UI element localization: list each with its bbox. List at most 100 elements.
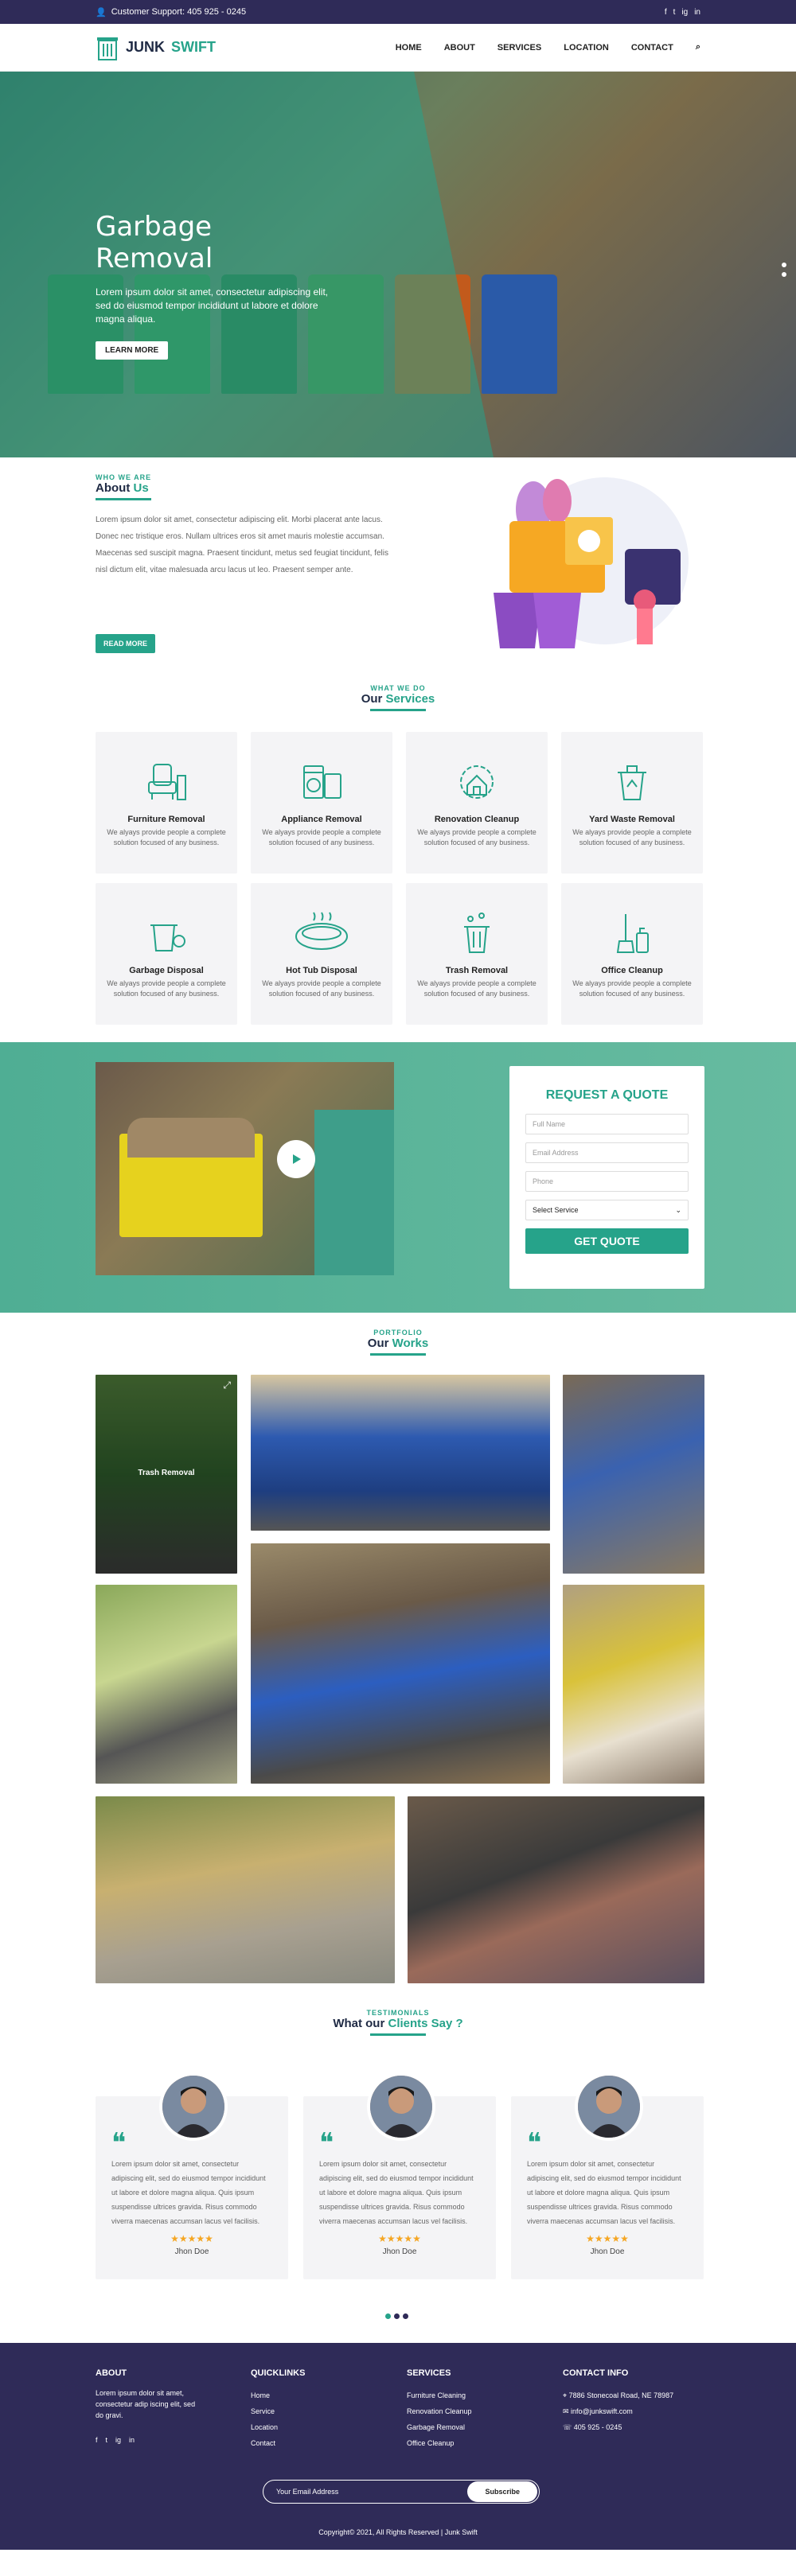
testimonials-eyebrow: TESTIMONIALS bbox=[366, 2009, 430, 2017]
service-desc: We alyays provide people a complete solu… bbox=[417, 828, 537, 847]
play-button[interactable] bbox=[277, 1140, 315, 1178]
trash-bin-icon bbox=[97, 37, 118, 60]
location-icon: ⌖ bbox=[563, 2391, 569, 2399]
testimonial-text: Lorem ipsum dolor sit amet, consectetur … bbox=[527, 2160, 681, 2225]
work-image[interactable] bbox=[563, 1585, 704, 1784]
footer-link-contact[interactable]: Contact bbox=[251, 2435, 305, 2451]
footer-contact-heading: CONTACT INFO bbox=[563, 2368, 629, 2378]
full-name-input[interactable]: Full Name bbox=[525, 1114, 689, 1134]
service-card[interactable]: Trash Removal We alyays provide people a … bbox=[406, 883, 548, 1025]
testimonial-card: ❝ Lorem ipsum dolor sit amet, consectetu… bbox=[96, 2072, 288, 2279]
learn-more-button[interactable]: LEARN MORE bbox=[96, 341, 169, 360]
footer-link-location[interactable]: Location bbox=[251, 2419, 305, 2435]
work-image[interactable] bbox=[96, 1585, 237, 1784]
footer-service-link[interactable]: Garbage Removal bbox=[407, 2419, 472, 2435]
get-quote-button[interactable]: GET QUOTE bbox=[525, 1228, 689, 1254]
work-image[interactable] bbox=[251, 1543, 550, 1784]
footer-about-text: Lorem ipsum dolor sit amet, consectetur … bbox=[96, 2389, 196, 2419]
nav-contact[interactable]: CONTACT bbox=[631, 43, 673, 53]
rating-stars: ★★★★★ bbox=[170, 2233, 213, 2244]
footer-service-link[interactable]: Furniture Cleaning bbox=[407, 2387, 472, 2403]
service-card[interactable]: Office Cleanup We alyays provide people a… bbox=[561, 883, 703, 1025]
about-eyebrow: WHO WE ARE bbox=[96, 473, 152, 481]
twitter-icon[interactable]: t bbox=[673, 8, 676, 17]
service-title: Hot Tub Disposal bbox=[286, 966, 357, 975]
service-desc: We alyays provide people a complete solu… bbox=[262, 979, 381, 998]
logo[interactable]: JUNK SWIFT bbox=[96, 34, 216, 61]
service-card[interactable]: Yard Waste Removal We alyays provide peop… bbox=[561, 732, 703, 874]
hero-text: Lorem ipsum dolor sit amet, consectetur … bbox=[96, 286, 329, 325]
linkedin-icon[interactable]: in bbox=[129, 2432, 135, 2448]
footer-quicklinks-heading: QUICKLINKS bbox=[251, 2368, 306, 2378]
house-gear-icon bbox=[460, 765, 494, 799]
newsletter-form: Your Email Address Subscribe bbox=[263, 2480, 540, 2504]
rating-stars: ★★★★★ bbox=[378, 2233, 421, 2244]
phone[interactable]: 405 925 - 0245 bbox=[574, 2423, 622, 2431]
carousel-dots[interactable] bbox=[385, 2313, 408, 2319]
testimonials-section: TESTIMONIALS What our Clients Say ? ❝ Lo… bbox=[0, 2009, 796, 2343]
phone-input[interactable]: Phone bbox=[525, 1171, 689, 1192]
subscribe-button[interactable]: Subscribe bbox=[467, 2481, 537, 2502]
about-section: WHO WE ARE About Us Lorem ipsum dolor si… bbox=[0, 457, 796, 668]
footer-link-service[interactable]: Service bbox=[251, 2403, 305, 2419]
hot-tub-icon bbox=[295, 912, 348, 950]
expand-icon[interactable]: ⤢ bbox=[223, 1379, 231, 1391]
garbage-bin-icon bbox=[150, 924, 185, 951]
email-input[interactable]: Email Address bbox=[525, 1142, 689, 1163]
recycle-bin-icon bbox=[618, 765, 646, 800]
work-caption: Trash Removal bbox=[138, 1469, 195, 1477]
nav-location[interactable]: LOCATION bbox=[564, 43, 609, 53]
cleaning-icon bbox=[616, 914, 649, 953]
nav-home[interactable]: HOME bbox=[396, 43, 422, 53]
facebook-icon[interactable]: f bbox=[665, 8, 667, 17]
service-card[interactable]: Appliance Removal We alyays provide peopl… bbox=[251, 732, 392, 874]
work-image[interactable] bbox=[96, 1796, 395, 1983]
service-title: Office Cleanup bbox=[601, 966, 663, 975]
footer-service-link[interactable]: Renovation Cleanup bbox=[407, 2403, 472, 2419]
nav-services[interactable]: SERVICES bbox=[498, 43, 541, 53]
service-desc: We alyays provide people a complete solu… bbox=[107, 979, 226, 998]
twitter-icon[interactable]: t bbox=[106, 2432, 108, 2448]
service-card[interactable]: Hot Tub Disposal We alyays provide people… bbox=[251, 883, 392, 1025]
about-title-a: About bbox=[96, 481, 131, 495]
newsletter-email-input[interactable]: Your Email Address bbox=[276, 2488, 338, 2496]
testimonial-name: Jhon Doe bbox=[174, 2247, 209, 2256]
brand-b: SWIFT bbox=[171, 39, 217, 55]
search-icon[interactable]: ⌕ bbox=[696, 42, 700, 53]
video-thumbnail[interactable] bbox=[96, 1062, 394, 1275]
footer-about-heading: ABOUT bbox=[96, 2368, 127, 2378]
recycling-illustration bbox=[494, 477, 689, 648]
work-image[interactable] bbox=[251, 1375, 550, 1531]
service-select[interactable]: Select Service ⌄ bbox=[525, 1200, 689, 1220]
service-card[interactable]: Garbage Disposal We alyays provide people… bbox=[96, 883, 237, 1025]
mail-icon: ✉ bbox=[563, 2407, 572, 2415]
avatar bbox=[575, 2072, 643, 2141]
work-image[interactable] bbox=[408, 1796, 704, 1983]
instagram-icon[interactable]: ig bbox=[681, 8, 688, 17]
trash-can-icon bbox=[464, 912, 490, 953]
testimonial-text: Lorem ipsum dolor sit amet, consectetur … bbox=[319, 2160, 474, 2225]
service-card[interactable]: Furniture Removal We alyays provide peopl… bbox=[96, 732, 237, 874]
play-icon bbox=[293, 1154, 301, 1164]
linkedin-icon[interactable]: in bbox=[694, 8, 700, 17]
testimonial-card: ❝ Lorem ipsum dolor sit amet, consectetu… bbox=[303, 2072, 496, 2279]
service-card[interactable]: Renovation Cleanup We alyays provide peop… bbox=[406, 732, 548, 874]
read-more-button[interactable]: READ MORE bbox=[96, 634, 156, 653]
email[interactable]: info@junkswift.com bbox=[571, 2407, 633, 2415]
service-title: Trash Removal bbox=[445, 966, 509, 975]
rating-stars: ★★★★★ bbox=[586, 2233, 629, 2244]
nav-about[interactable]: ABOUT bbox=[444, 43, 475, 53]
facebook-icon[interactable]: f bbox=[96, 2432, 98, 2448]
instagram-icon[interactable]: ig bbox=[115, 2432, 121, 2448]
brand-a: JUNK bbox=[126, 39, 166, 55]
copyright: Copyright© 2021, All Rights Reserved | J… bbox=[318, 2528, 478, 2536]
work-image[interactable] bbox=[563, 1375, 704, 1574]
services-title-a: Our bbox=[361, 692, 383, 706]
service-title: Yard Waste Removal bbox=[589, 815, 675, 824]
footer-link-home[interactable]: Home bbox=[251, 2387, 305, 2403]
slider-dots[interactable] bbox=[782, 263, 786, 277]
work-image[interactable]: ⤢ Trash Removal bbox=[96, 1375, 237, 1574]
footer-service-link[interactable]: Office Cleanup bbox=[407, 2435, 472, 2451]
testimonials-title-a: What our bbox=[333, 2017, 385, 2030]
service-select-value: Select Service bbox=[533, 1206, 579, 1214]
